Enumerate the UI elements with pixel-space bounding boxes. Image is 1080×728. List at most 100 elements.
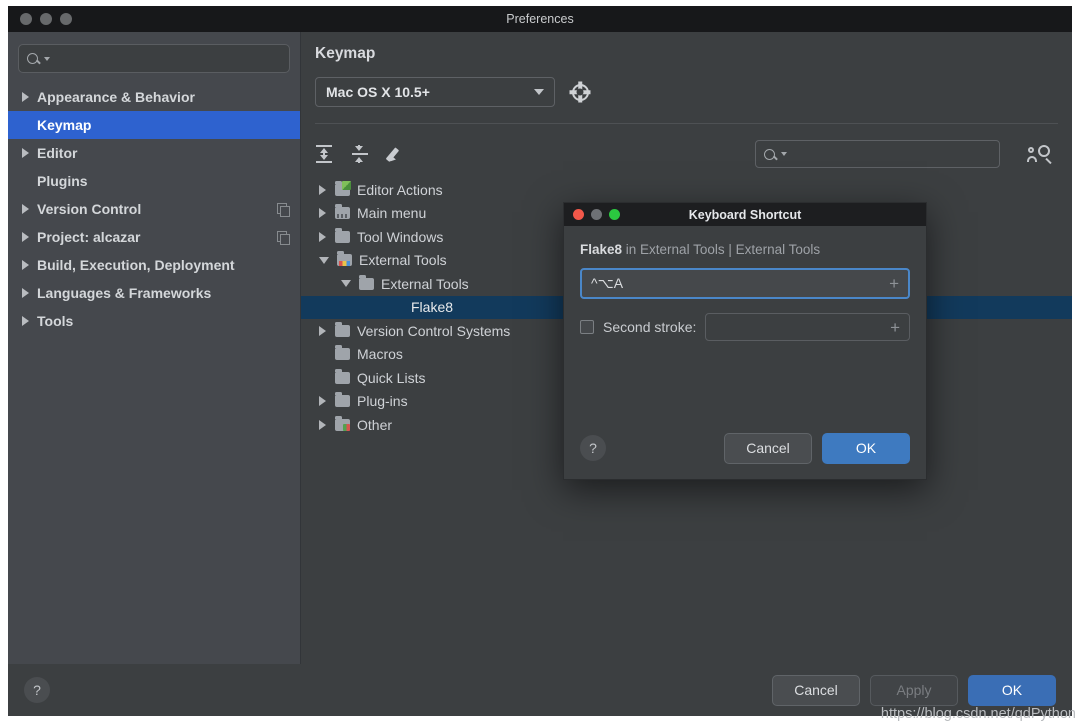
second-stroke-field[interactable]: + xyxy=(705,313,910,341)
folder-icon xyxy=(335,368,350,384)
chevron-right-icon xyxy=(22,204,29,214)
watermark: https://blog.csdn.net/qdPython xyxy=(880,706,1076,722)
find-by-shortcut-icon[interactable] xyxy=(1027,144,1052,165)
settings-sidebar: Appearance & Behavior Keymap Editor Plug… xyxy=(8,32,301,664)
sidebar-item-label: Project: alcazar xyxy=(37,229,141,245)
sidebar-item-label: Keymap xyxy=(37,117,92,133)
sidebar-item-build-execution-deployment[interactable]: Build, Execution, Deployment xyxy=(8,251,300,279)
sidebar-item-tools[interactable]: Tools xyxy=(8,307,300,335)
dialog-cancel-button[interactable]: Cancel xyxy=(724,432,812,464)
chevron-right-icon[interactable] xyxy=(319,184,326,195)
sidebar-item-label: Build, Execution, Deployment xyxy=(37,257,235,273)
tree-node-label: Plug-ins xyxy=(357,393,408,410)
dialog-help-button[interactable]: ? xyxy=(580,435,606,461)
chevron-right-icon xyxy=(22,316,29,326)
keymap-find-field[interactable] xyxy=(755,140,1000,168)
dialog-title: Keyboard Shortcut xyxy=(688,207,802,222)
dialog-context-label: Flake8 in External Tools | External Tool… xyxy=(580,242,910,257)
folder-icon xyxy=(335,415,350,431)
keymap-toolbar xyxy=(301,124,1072,174)
chevron-right-icon[interactable] xyxy=(319,231,326,242)
chevron-right-icon xyxy=(22,260,29,270)
bottom-bar-actions: Cancel Apply OK xyxy=(772,674,1056,706)
chevron-down-icon[interactable] xyxy=(341,280,351,288)
sidebar-item-keymap[interactable]: Keymap xyxy=(8,111,300,139)
second-stroke-label: Second stroke: xyxy=(603,319,697,335)
tree-node-label: Macros xyxy=(357,346,403,363)
collapse-all-icon[interactable] xyxy=(351,145,369,163)
keymap-select-value: Mac OS X 10.5+ xyxy=(326,84,430,100)
chevron-right-icon[interactable] xyxy=(319,396,326,407)
sidebar-item-editor[interactable]: Editor xyxy=(8,139,300,167)
sidebar-item-languages-frameworks[interactable]: Languages & Frameworks xyxy=(8,279,300,307)
sidebar-item-label: Tools xyxy=(37,313,74,329)
tree-node-label: Quick Lists xyxy=(357,369,426,386)
add-stroke-icon[interactable]: + xyxy=(889,275,899,292)
tree-node-label: External Tools xyxy=(381,275,469,292)
folder-icon xyxy=(335,180,351,196)
sidebar-list: Appearance & Behavior Keymap Editor Plug… xyxy=(8,83,300,664)
tree-node-label: External Tools xyxy=(359,252,447,269)
folder-icon xyxy=(335,321,350,337)
chevron-right-icon xyxy=(22,232,29,242)
window-titlebar: Preferences xyxy=(8,6,1072,32)
chevron-right-icon xyxy=(22,288,29,298)
search-input[interactable] xyxy=(55,51,281,66)
chevron-right-icon[interactable] xyxy=(319,419,326,430)
tree-node-label: Other xyxy=(357,416,393,433)
dialog-action-path: in External Tools | External Tools xyxy=(622,242,821,257)
dialog-titlebar: Keyboard Shortcut xyxy=(564,203,926,226)
keyboard-shortcut-dialog: Keyboard Shortcut Flake8 in External Too… xyxy=(563,202,927,480)
apply-button[interactable]: Apply xyxy=(870,674,958,706)
copy-settings-icon xyxy=(277,202,290,217)
tree-node-label: Tool Windows xyxy=(357,228,444,245)
chevron-right-icon[interactable] xyxy=(319,325,326,336)
help-button[interactable]: ? xyxy=(24,677,50,703)
dialog-body: Flake8 in External Tools | External Tool… xyxy=(564,226,926,417)
first-stroke-field[interactable]: ^⌥A + xyxy=(580,268,910,299)
dialog-action-name: Flake8 xyxy=(580,242,623,257)
cancel-button[interactable]: Cancel xyxy=(772,674,860,706)
sidebar-item-plugins[interactable]: Plugins xyxy=(8,167,300,195)
chevron-right-icon[interactable] xyxy=(319,208,326,219)
ok-button[interactable]: OK xyxy=(968,674,1056,706)
copy-settings-icon xyxy=(277,230,290,245)
page-title: Keymap xyxy=(315,45,376,62)
pencil-icon[interactable] xyxy=(387,145,405,163)
folder-icon xyxy=(335,204,350,220)
add-stroke-icon[interactable]: + xyxy=(890,319,900,336)
search-icon xyxy=(764,148,775,160)
tree-node-label: Flake8 xyxy=(411,299,454,316)
sidebar-item-label: Languages & Frameworks xyxy=(37,285,212,301)
sidebar-item-label: Version Control xyxy=(37,201,142,217)
chevron-down-icon[interactable] xyxy=(319,256,329,264)
sidebar-item-appearance-behavior[interactable]: Appearance & Behavior xyxy=(8,83,300,111)
dialog-actions: Cancel OK xyxy=(724,432,910,464)
folder-icon xyxy=(335,345,350,361)
folder-icon xyxy=(337,251,352,267)
keymap-select[interactable]: Mac OS X 10.5+ xyxy=(315,77,555,107)
keymap-selector-row: Mac OS X 10.5+ xyxy=(301,63,1072,107)
second-stroke-checkbox[interactable] xyxy=(580,320,594,334)
expand-all-icon[interactable] xyxy=(315,145,333,163)
tree-node-label: Editor Actions xyxy=(357,181,443,198)
tree-node-label: Version Control Systems xyxy=(357,322,511,339)
dialog-ok-button[interactable]: OK xyxy=(822,432,910,464)
gear-hole xyxy=(576,88,584,96)
window-title: Preferences xyxy=(506,12,574,26)
tree-node-editor-actions[interactable]: Editor Actions xyxy=(301,178,1072,202)
sidebar-item-label: Appearance & Behavior xyxy=(37,89,195,105)
chevron-down-icon xyxy=(781,152,787,156)
sidebar-item-label: Plugins xyxy=(37,173,88,189)
sidebar-search[interactable] xyxy=(18,44,290,73)
chevron-right-icon xyxy=(22,92,29,102)
sidebar-item-label: Editor xyxy=(37,145,78,161)
keymap-settings-button[interactable] xyxy=(569,81,591,103)
chevron-down-icon xyxy=(534,89,544,95)
keymap-find-input[interactable] xyxy=(792,147,991,161)
folder-icon xyxy=(359,274,374,290)
sidebar-item-version-control[interactable]: Version Control xyxy=(8,195,300,223)
folder-icon xyxy=(335,227,350,243)
second-stroke-row: Second stroke: + xyxy=(580,313,910,341)
sidebar-item-project-alcazar[interactable]: Project: alcazar xyxy=(8,223,300,251)
